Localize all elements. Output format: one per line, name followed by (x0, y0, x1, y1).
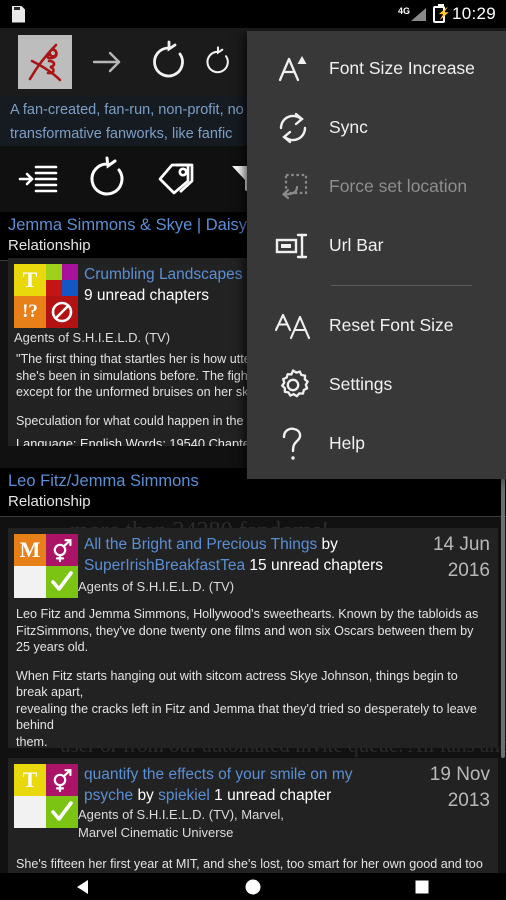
work-paragraph: When Fitz starts hanging out with sitcom… (16, 668, 477, 749)
work-card[interactable]: M All the Bright and Precious Things by … (8, 528, 498, 748)
work-paragraph: She's fifteen her first year at MIT, and… (16, 857, 483, 871)
work-title[interactable]: quantify the effects of your smile on my… (84, 764, 374, 806)
menu-item-sync[interactable]: Sync (247, 98, 506, 157)
work-date-year: 2013 (447, 790, 490, 811)
rating-badge: T (14, 264, 46, 296)
overflow-menu: Font Size Increase Sync Force set locati… (247, 31, 506, 479)
work-unread-count: 15 unread chapters (249, 557, 383, 574)
work-badges: T (14, 764, 78, 828)
font-size-increase-icon (265, 51, 321, 87)
menu-item-label: Font Size Increase (329, 58, 475, 78)
status-bar: 4G ⚡ 10:29 (0, 0, 506, 28)
ao3-logo[interactable] (18, 35, 72, 89)
complete-check-icon (46, 566, 78, 598)
menu-item-label: Url Bar (329, 235, 384, 255)
work-unread-count: 1 unread chapter (214, 787, 332, 804)
recents-square-icon[interactable] (392, 877, 452, 897)
network-signal-icon: 4G (398, 7, 426, 21)
work-date-day: 14 Jun (432, 534, 490, 555)
work-author[interactable]: SuperIrishBreakfastTea (84, 557, 245, 574)
not-complete-icon (46, 296, 78, 328)
rating-badge: M (14, 534, 46, 566)
menu-item-reset-font-size[interactable]: Reset Font Size (247, 296, 506, 355)
menu-item-settings[interactable]: Settings (247, 355, 506, 414)
url-bar-icon (265, 231, 321, 261)
status-bar-right: 4G ⚡ 10:29 (398, 3, 496, 24)
network-type-label: 4G (397, 6, 410, 16)
work-summary: Leo Fitz and Jemma Simmons, Hollywood's … (8, 596, 498, 748)
force-set-location-icon (265, 169, 321, 205)
menu-item-label: Sync (329, 117, 368, 137)
status-bar-clock: 10:29 (451, 4, 496, 23)
work-header: M All the Bright and Precious Things by … (8, 528, 498, 598)
work-badges: M (14, 534, 78, 598)
warning-badge: !? (14, 296, 46, 328)
phone-screen: 4G ⚡ 10:29 Archive of Our fanworks, like… (0, 0, 506, 900)
settings-gear-icon (265, 366, 321, 404)
home-circle-icon[interactable] (223, 877, 283, 897)
sync-icon (265, 110, 321, 146)
section-subtitle: Relationship (8, 493, 91, 510)
work-by-label: by (321, 536, 338, 553)
het-gender-icon (46, 534, 78, 566)
reload-button[interactable] (142, 35, 196, 89)
menu-item-force-set-location[interactable]: Force set location (247, 157, 506, 216)
menu-item-label: Settings (329, 374, 393, 394)
menu-item-label: Help (329, 433, 365, 453)
back-triangle-icon[interactable] (54, 877, 114, 897)
work-by-label: by (137, 787, 154, 804)
tags-button[interactable] (152, 153, 204, 205)
work-paragraph: Leo Fitz and Jemma Simmons, Hollywood's … (16, 607, 479, 654)
category-badge (46, 264, 78, 296)
signal-bars-icon (410, 8, 426, 21)
menu-separator (331, 285, 472, 286)
work-header: T quantify the effects of your smile on … (8, 758, 498, 828)
work-date: 14 Jun 2016 (433, 532, 490, 584)
forward-button[interactable] (80, 35, 134, 89)
work-date-year: 2016 (447, 560, 490, 581)
jump-to-list-button[interactable] (12, 153, 64, 205)
het-gender-icon (46, 764, 78, 796)
battery-charging-icon: ⚡ (432, 3, 451, 23)
work-date-day: 19 Nov (429, 764, 490, 785)
work-author[interactable]: spiekiel (158, 787, 210, 804)
menu-item-help[interactable]: Help (247, 414, 506, 473)
complete-check-icon (46, 796, 78, 828)
work-title-block: quantify the effects of your smile on my… (78, 764, 378, 828)
work-title-text[interactable]: All the Bright and Precious Things (84, 536, 317, 553)
android-nav-bar (0, 873, 506, 900)
refresh-list-button[interactable] (82, 153, 134, 205)
help-question-icon (265, 425, 321, 463)
menu-item-label: Force set location (329, 176, 468, 196)
reset-font-size-icon (265, 309, 321, 343)
menu-item-url-bar[interactable]: Url Bar (247, 216, 506, 275)
rating-badge: T (14, 764, 46, 796)
warning-badge (14, 796, 46, 828)
work-summary: She's fifteen her first year at MIT, and… (8, 842, 498, 873)
status-bar-left (12, 6, 25, 23)
menu-item-label: Reset Font Size (329, 315, 454, 335)
sd-card-icon (12, 6, 25, 23)
menu-item-font-size-increase[interactable]: Font Size Increase (247, 39, 506, 98)
work-card[interactable]: T quantify the effects of your smile on … (8, 758, 498, 873)
work-date: 19 Nov 2013 (430, 762, 490, 814)
work-badges: T !? (14, 264, 78, 328)
history-button[interactable] (204, 35, 234, 89)
warning-badge (14, 566, 46, 598)
